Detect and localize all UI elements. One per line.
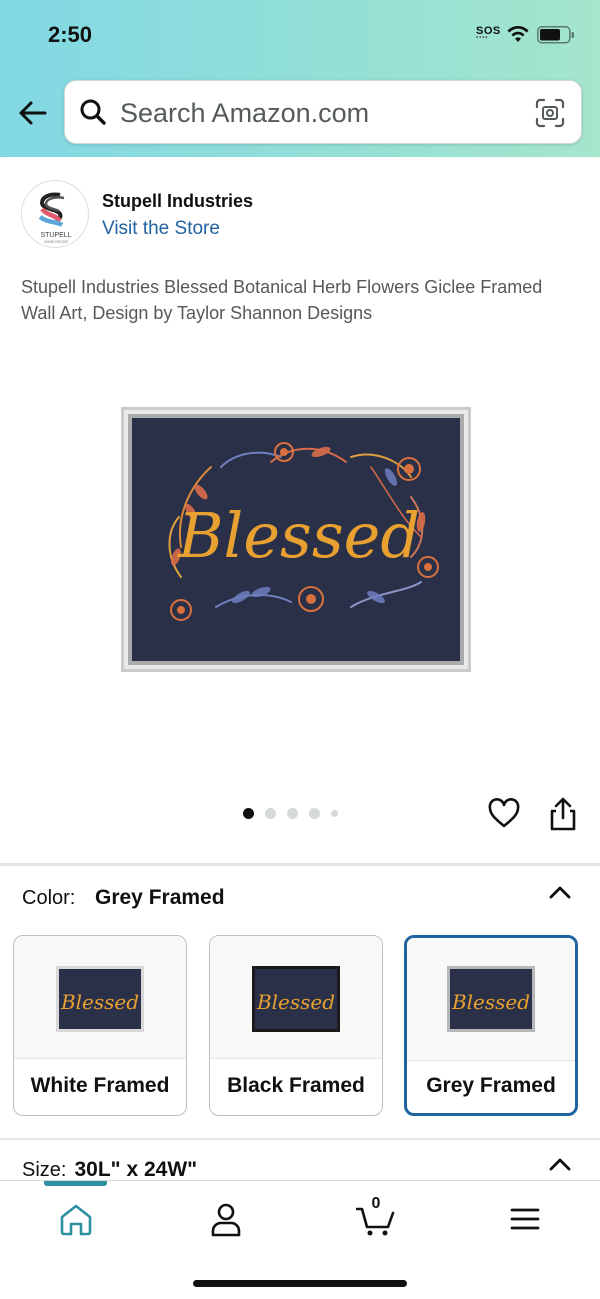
heart-icon[interactable]	[487, 797, 521, 831]
color-label: Color:	[22, 887, 76, 909]
back-arrow-icon[interactable]	[16, 96, 50, 130]
home-icon[interactable]	[56, 1199, 96, 1239]
swatch-label: Grey Framed	[426, 1074, 556, 1097]
menu-icon[interactable]	[505, 1199, 545, 1239]
visit-store-link[interactable]: Visit the Store	[102, 218, 220, 240]
chevron-up-icon[interactable]	[547, 1154, 573, 1176]
product-title: Stupell Industries Blessed Botanical Her…	[21, 277, 543, 323]
color-value: Grey Framed	[95, 886, 225, 909]
home-indicator	[193, 1280, 407, 1287]
status-time: 2:50	[48, 22, 93, 47]
image-carousel-dots[interactable]	[243, 806, 349, 820]
cart-count: 0	[371, 1195, 381, 1212]
brand-logo-subtext: HOME DECOR	[44, 240, 69, 244]
chevron-up-icon[interactable]	[547, 882, 573, 904]
svg-text:Blessed: Blessed	[451, 990, 530, 1014]
swatch-thumbnail: Blessed	[447, 966, 535, 1032]
color-option-white-framed[interactable]: Blessed White Framed	[13, 935, 187, 1116]
battery-icon	[537, 26, 574, 44]
wifi-icon	[507, 26, 529, 42]
size-value: 30L" x 24W"	[74, 1158, 198, 1181]
bottom-navigation: 0	[0, 1180, 600, 1299]
search-icon	[80, 99, 106, 125]
active-tab-indicator	[44, 1181, 107, 1186]
section-divider	[0, 1138, 600, 1140]
camera-scan-icon[interactable]	[535, 98, 565, 128]
stupell-logo-icon: STUPELL HOME DECOR	[38, 192, 72, 244]
swatch-thumbnail: Blessed	[252, 966, 340, 1032]
brand-name: Stupell Industries	[102, 191, 254, 211]
brand-logo-text: STUPELL	[40, 232, 71, 239]
carousel-dot[interactable]	[265, 807, 276, 819]
svg-text:Blessed: Blessed	[256, 990, 335, 1014]
color-option-black-framed[interactable]: Blessed Black Framed	[209, 935, 383, 1116]
size-label: Size:	[22, 1159, 67, 1181]
carousel-dot[interactable]	[309, 807, 320, 819]
brand-logo[interactable]: STUPELL HOME DECOR	[21, 180, 89, 248]
color-option-grey-framed[interactable]: Blessed Grey Framed	[404, 935, 578, 1116]
carousel-dot[interactable]	[331, 809, 338, 817]
sos-indicator: SOS ••••	[476, 25, 501, 41]
search-input[interactable]: Search Amazon.com	[120, 98, 369, 129]
svg-text:Blessed: Blessed	[60, 990, 139, 1014]
cart-button[interactable]: 0	[355, 1195, 396, 1239]
product-image[interactable]: Blessed	[121, 407, 471, 672]
swatch-label: Black Framed	[227, 1074, 365, 1097]
app-header: 2:50 SOS •••• Search Amazon.com	[0, 0, 600, 157]
size-selector[interactable]: Size: 30L" x 24W"	[22, 1158, 197, 1182]
swatch-thumbnail: Blessed	[56, 966, 144, 1032]
product-image-text: Blessed	[177, 499, 420, 572]
swatch-label: White Framed	[30, 1074, 170, 1097]
search-bar[interactable]: Search Amazon.com	[64, 80, 582, 144]
section-divider	[0, 863, 600, 866]
carousel-dot[interactable]	[243, 807, 254, 819]
carousel-dot[interactable]	[287, 807, 298, 819]
share-icon[interactable]	[547, 796, 579, 832]
account-icon[interactable]	[206, 1199, 246, 1239]
